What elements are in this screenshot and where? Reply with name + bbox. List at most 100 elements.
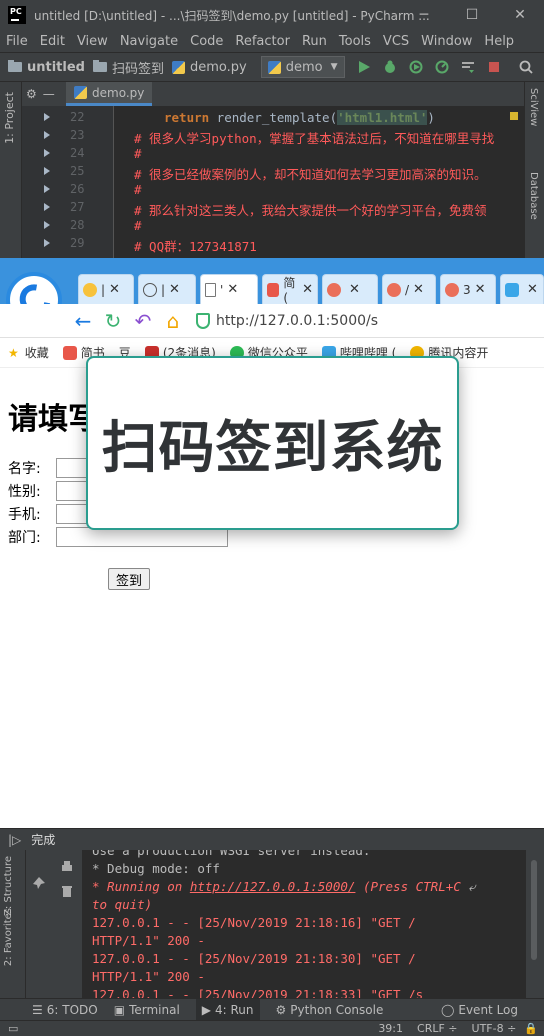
form-row-phone: 手机: <box>8 504 228 524</box>
close-tab-icon[interactable]: ✕ <box>227 282 238 297</box>
sciview-tool-tab[interactable]: SciView <box>528 88 539 126</box>
minimize-panel-icon[interactable]: — <box>43 87 55 101</box>
right-tool-strip: SciView Database <box>524 82 544 258</box>
code-line-29: # QQ群：127341871 <box>134 239 257 254</box>
layout-toggle-icon[interactable]: ▭ <box>8 1022 18 1035</box>
profile-icon[interactable] <box>435 60 449 74</box>
close-button[interactable]: ✕ <box>496 0 544 30</box>
close-tab-icon[interactable]: ✕ <box>527 282 538 297</box>
close-tab-icon[interactable]: ✕ <box>349 282 360 297</box>
menu-file[interactable]: File <box>0 34 34 49</box>
line-number: 22 <box>70 110 85 124</box>
undo-icon[interactable]: ↶ <box>128 309 158 333</box>
maximize-button[interactable]: ☐ <box>448 0 496 30</box>
tab-demo-py[interactable]: demo.py <box>66 82 153 106</box>
database-tool-tab[interactable]: Database <box>528 172 539 220</box>
caret-position[interactable]: 39:1 <box>378 1022 403 1035</box>
bookmark-favorites[interactable]: ★ 收藏 <box>8 344 49 361</box>
department-input[interactable] <box>56 527 228 547</box>
file-encoding[interactable]: UTF-8 ÷ <box>472 1022 517 1035</box>
menu-tools[interactable]: Tools <box>333 34 377 49</box>
close-tab-icon[interactable]: ✕ <box>109 282 120 297</box>
todo-icon: ☰ <box>32 1002 43 1017</box>
line-number-gutter: 22 23 24 25 26 27 28 29 <box>66 106 114 258</box>
breadcrumb-project[interactable]: untitled <box>8 60 85 75</box>
browser-tab[interactable]: / ✕ <box>382 274 436 304</box>
breadcrumb-file[interactable]: demo.py <box>172 60 247 75</box>
run-config-select[interactable]: demo ▼ <box>260 56 345 78</box>
browser-tab[interactable]: 简(✕ <box>262 274 318 305</box>
menu-view[interactable]: View <box>71 34 114 49</box>
menu-refactor[interactable]: Refactor <box>229 34 296 49</box>
line-number: 27 <box>70 200 85 214</box>
menu-navigate[interactable]: Navigate <box>114 34 184 49</box>
tree-expand-icon[interactable] <box>44 167 50 175</box>
menu-window[interactable]: Window <box>415 34 478 49</box>
tab-event-log[interactable]: ◯ Event Log <box>441 1003 518 1017</box>
status-bar: ▭ 39:1 CRLF ÷ UTF-8 ÷ 🔒 <box>0 1020 544 1036</box>
run-toggle-icon[interactable]: |▷ <box>8 833 21 847</box>
tree-expand-icon[interactable] <box>44 113 50 121</box>
menu-code[interactable]: Code <box>184 34 229 49</box>
tree-expand-icon[interactable] <box>44 203 50 211</box>
close-tab-icon[interactable]: ✕ <box>302 282 313 297</box>
browser-tab[interactable]: ✕ <box>322 274 378 304</box>
browser-window: | ✕ | ✕ ' ✕ 简(✕ ✕ / ✕ 3 ✕ ✕ ← ↻ ↶ ⌂ htt… <box>0 258 544 828</box>
browser-tab[interactable]: | ✕ <box>138 274 196 304</box>
favorites-tool-tab[interactable]: 2: Favorites <box>3 908 14 966</box>
tab-python-console[interactable]: ⚙ Python Console <box>276 1003 384 1017</box>
run-console-output[interactable]: Use a production WSGI server instead. * … <box>82 850 526 998</box>
lock-icon[interactable]: 🔒 <box>524 1022 538 1035</box>
browser-tab[interactable]: | ✕ <box>78 274 134 304</box>
pin-icon[interactable] <box>32 876 46 890</box>
structure-tool-tab[interactable]: Z: Structure <box>3 856 14 916</box>
breadcrumb-folder[interactable]: 扫码签到 <box>92 58 164 77</box>
concurrency-icon[interactable] <box>461 60 475 74</box>
run-icon[interactable] <box>357 60 371 74</box>
console-scrollbar[interactable] <box>526 850 544 998</box>
console-line: HTTP/1.1" 200 - <box>92 933 205 948</box>
refresh-icon[interactable]: ↻ <box>98 309 128 333</box>
tab-run[interactable]: ▶ 4: Run <box>195 998 260 1021</box>
tree-expand-icon[interactable] <box>44 221 50 229</box>
url-field[interactable]: http://127.0.0.1:5000/s <box>196 312 378 329</box>
tree-expand-icon[interactable] <box>44 239 50 247</box>
project-tool-tab[interactable]: 1: Project <box>3 92 16 144</box>
search-icon[interactable] <box>519 60 533 74</box>
debug-icon[interactable] <box>383 60 397 74</box>
python-file-icon <box>74 86 87 99</box>
python-file-icon <box>267 60 281 74</box>
tab-terminal[interactable]: ▣ Terminal <box>114 1003 180 1017</box>
minimize-button[interactable]: ─ <box>400 0 448 30</box>
code-line-22: return render_template('html1.html') <box>164 110 435 125</box>
menu-run[interactable]: Run <box>296 34 333 49</box>
home-icon[interactable]: ⌂ <box>158 309 188 333</box>
stop-icon[interactable] <box>487 60 501 74</box>
close-tab-icon[interactable]: ✕ <box>475 282 486 297</box>
back-arrow-icon[interactable]: ← <box>68 309 98 333</box>
close-tab-icon[interactable]: ✕ <box>169 282 180 297</box>
tree-expand-icon[interactable] <box>44 149 50 157</box>
menu-edit[interactable]: Edit <box>34 34 71 49</box>
coverage-icon[interactable] <box>409 60 423 74</box>
server-url-link[interactable]: http://127.0.0.1:5000/ <box>190 879 356 894</box>
warning-marker-icon[interactable] <box>510 112 518 120</box>
menu-help[interactable]: Help <box>478 34 520 49</box>
gear-icon[interactable]: ⚙ <box>26 87 37 101</box>
browser-tab-active[interactable]: ' ✕ <box>200 274 258 304</box>
close-tab-icon[interactable]: ✕ <box>413 282 424 297</box>
browser-tab[interactable]: 3 ✕ <box>440 274 496 304</box>
run-left-strip: Z: Structure 2: Favorites <box>0 850 26 998</box>
trash-icon[interactable] <box>60 884 74 898</box>
print-icon[interactable] <box>60 860 74 874</box>
browser-tab[interactable]: ✕ <box>500 274 544 304</box>
tree-expand-icon[interactable] <box>44 185 50 193</box>
tab-todo[interactable]: ☰ 6: TODO <box>32 1003 98 1017</box>
menu-vcs[interactable]: VCS <box>377 34 415 49</box>
code-editor[interactable]: 22 23 24 25 26 27 28 29 return render_te… <box>22 106 524 258</box>
tree-expand-icon[interactable] <box>44 131 50 139</box>
window-titlebar: PC untitled [D:\untitled] - ...\扫码签到\dem… <box>0 0 544 30</box>
code-line-25: # 很多已经做案例的人，却不知道如何去学习更加高深的知识。 <box>134 167 487 182</box>
checkin-submit-button[interactable]: 签到 <box>108 568 150 590</box>
line-separator[interactable]: CRLF ÷ <box>417 1022 458 1035</box>
